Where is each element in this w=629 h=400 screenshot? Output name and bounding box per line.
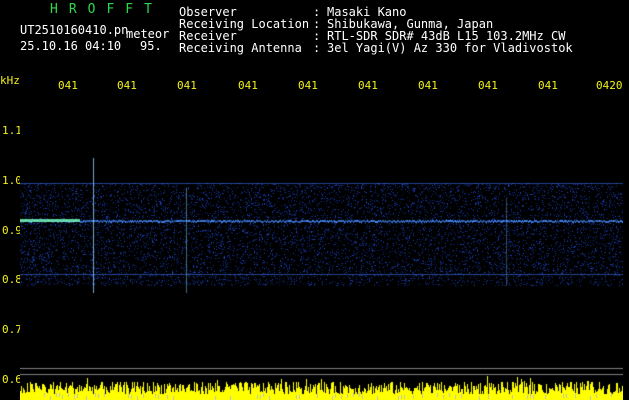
meteor-count: 95. bbox=[140, 39, 162, 53]
y-tick-label: 0.7 bbox=[2, 323, 22, 336]
x-tick-label: 041 bbox=[298, 79, 318, 92]
spectrogram-canvas bbox=[20, 98, 623, 400]
x-tick-label: 041 bbox=[478, 79, 498, 92]
x-tick-label: 0420 bbox=[596, 79, 623, 92]
filename-label: UT2510160410.pn bbox=[20, 23, 129, 37]
brand-title: HROFFT bbox=[50, 2, 163, 17]
x-tick-label: 041 bbox=[58, 79, 78, 92]
antenna-value: 3el Yagi(V) Az 330 for Vladivostok bbox=[327, 41, 573, 55]
hrofft-screen: { "header": { "brand": "HROFFT", "filena… bbox=[0, 0, 629, 400]
x-tick-label: 041 bbox=[117, 79, 137, 92]
y-tick-label: 1.1 bbox=[2, 124, 22, 137]
y-tick-label: 0.8 bbox=[2, 273, 22, 286]
x-tick-label: 041 bbox=[238, 79, 258, 92]
colon: : bbox=[313, 41, 321, 55]
y-tick-label: 0.9 bbox=[2, 224, 22, 237]
datetime-label: 25.10.16 04:10 bbox=[20, 39, 122, 53]
x-tick-label: 041 bbox=[177, 79, 197, 92]
x-tick-label: 041 bbox=[358, 79, 378, 92]
x-tick-label: 041 bbox=[538, 79, 558, 92]
y-axis-unit: kHz bbox=[0, 74, 20, 87]
x-tick-label: 041 bbox=[418, 79, 438, 92]
antenna-label: Receiving Antenna bbox=[179, 41, 302, 55]
y-tick-label: 1.0 bbox=[2, 174, 22, 187]
y-tick-label: 0.6 bbox=[2, 373, 22, 386]
